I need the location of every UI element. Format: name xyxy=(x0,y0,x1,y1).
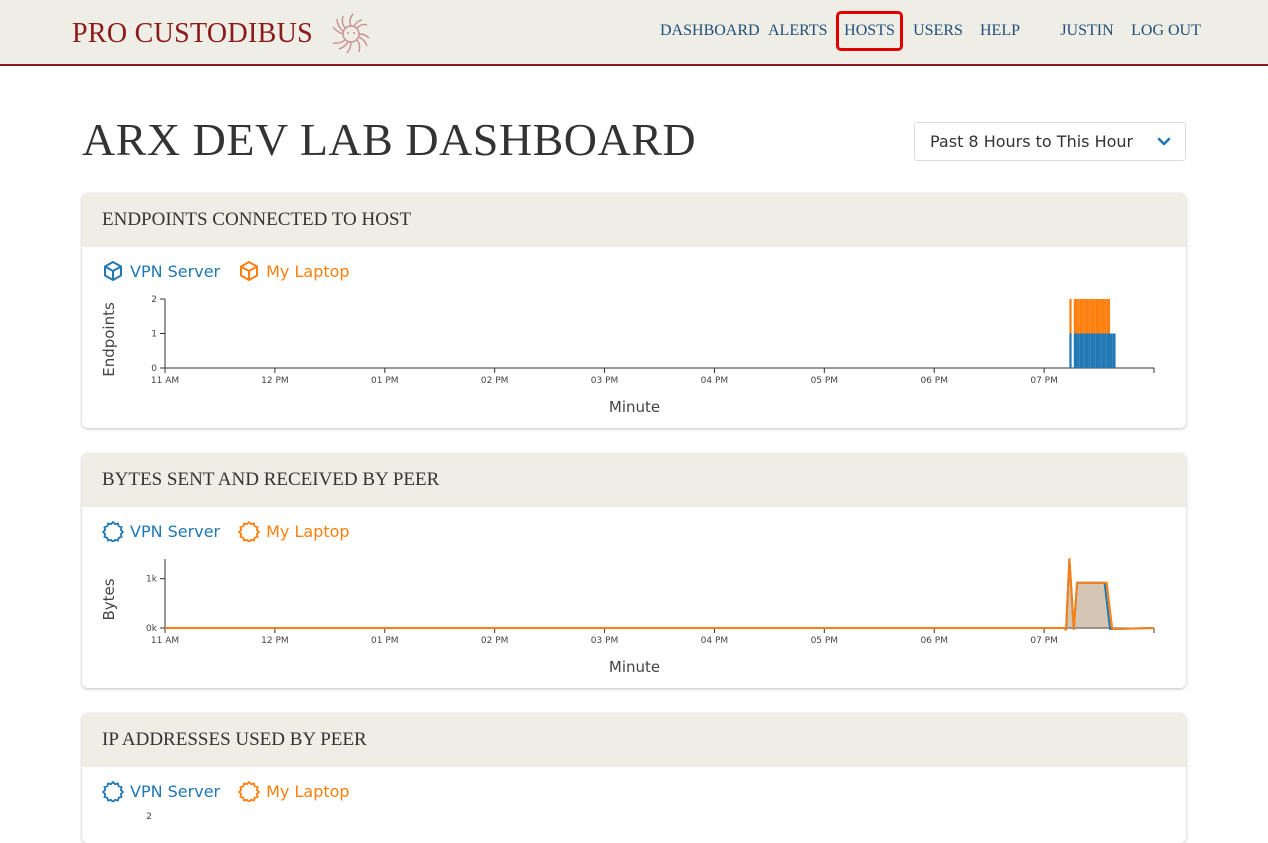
bar-my-laptop xyxy=(1099,299,1102,334)
bar-vpn-server xyxy=(1074,333,1078,368)
bar-my-laptop xyxy=(1104,299,1107,334)
nav-dashboard[interactable]: DASHBOARD xyxy=(660,14,760,48)
bar-vpn-server xyxy=(1069,333,1072,368)
x-tick-label: 04 PM xyxy=(701,376,729,386)
bar-vpn-server xyxy=(1088,333,1091,368)
x-axis-title: Minute xyxy=(609,658,660,676)
x-tick-label: 03 PM xyxy=(591,636,619,646)
bar-vpn-server xyxy=(1077,333,1080,368)
x-tick-label: 05 PM xyxy=(811,376,839,386)
x-tick-label: 11 AM xyxy=(151,636,179,646)
bytes-card: BYTES SENT AND RECEIVED BY PEER VPN Serv… xyxy=(82,453,1186,688)
bar-my-laptop xyxy=(1080,299,1083,334)
y-tick-label: 1 xyxy=(151,330,157,340)
bar-vpn-server xyxy=(1085,333,1089,368)
time-range-select[interactable]: Past 8 Hours to This Hour xyxy=(914,122,1186,161)
bar-my-laptop xyxy=(1069,299,1072,334)
nav-log-out[interactable]: LOG OUT xyxy=(1130,14,1202,48)
bar-vpn-server xyxy=(1093,333,1096,368)
bar-my-laptop xyxy=(1088,299,1091,334)
page-title: ARX DEV LAB DASHBOARD xyxy=(82,114,697,165)
y-tick-label: 2 xyxy=(151,295,157,305)
ip-addresses-card: IP ADDRESSES USED BY PEER VPN Server My … xyxy=(82,713,1186,843)
y-tick-label: 0 xyxy=(151,364,157,374)
x-axis-title: Minute xyxy=(609,398,660,416)
bar-vpn-server xyxy=(1104,333,1107,368)
bar-vpn-server xyxy=(1110,333,1113,368)
bar-my-laptop xyxy=(1077,299,1080,334)
area-vpn-server xyxy=(165,559,1154,630)
bar-my-laptop xyxy=(1091,299,1094,334)
y-tick-label: 0k xyxy=(146,624,158,634)
y-tick-label: 2 xyxy=(146,812,152,822)
bytes-chart: 11 AM 12 PM 01 PM 02 PM 03 PM 04 PM 05 PM 06 PM… xyxy=(100,558,1155,676)
time-range-value: Past 8 Hours to This Hour xyxy=(930,132,1134,151)
bar-vpn-server xyxy=(1096,333,1100,368)
bar-vpn-server xyxy=(1107,333,1111,368)
bar-vpn-server xyxy=(1113,333,1116,368)
x-tick-label: 07 PM xyxy=(1030,376,1058,386)
x-tick-label: 01 PM xyxy=(371,376,399,386)
main-nav: DASHBOARD ALERTS HOSTS USERS HELP JUSTIN… xyxy=(0,11,1268,51)
bar-vpn-server xyxy=(1102,333,1105,368)
x-tick-label: 07 PM xyxy=(1030,636,1058,646)
bar-my-laptop xyxy=(1102,299,1105,334)
nav-hosts[interactable]: HOSTS xyxy=(836,11,903,51)
line-my-laptop xyxy=(165,558,1155,631)
endpoints-card: ENDPOINTS CONNECTED TO HOST VPN Server M… xyxy=(82,193,1186,428)
nav-alerts[interactable]: ALERTS xyxy=(768,14,827,48)
bar-my-laptop xyxy=(1082,299,1085,334)
endpoints-chart: 11 AM 12 PM 01 PM 02 PM 03 PM 04 PM 05 PM 06 PM… xyxy=(100,295,1155,416)
line-vpn-server xyxy=(165,558,1155,631)
x-tick-label: 04 PM xyxy=(701,636,729,646)
axes: 11 AM 12 PM 01 PM 02 PM 03 PM 04 PM 05 PM 06 PM… xyxy=(146,559,1155,646)
bar-vpn-server xyxy=(1080,333,1083,368)
bar-vpn-server xyxy=(1091,333,1094,368)
ip-addresses-chart: 2 xyxy=(146,812,152,822)
bar-my-laptop xyxy=(1107,299,1111,334)
x-tick-label: 06 PM xyxy=(920,636,948,646)
x-tick-label: 12 PM xyxy=(261,376,289,386)
x-tick-label: 02 PM xyxy=(481,376,509,386)
top-navbar: PRO CUSTODIBUS DASHBOARD ALERTS HOSTS US… xyxy=(0,0,1268,66)
y-tick-label: 1k xyxy=(146,575,158,585)
bar-my-laptop xyxy=(1096,299,1100,334)
y-axis-title: Endpoints xyxy=(100,302,118,377)
area-my-laptop xyxy=(165,559,1154,630)
bar-vpn-server xyxy=(1099,333,1102,368)
x-tick-label: 03 PM xyxy=(591,376,619,386)
bar-my-laptop xyxy=(1085,299,1089,334)
x-tick-label: 05 PM xyxy=(811,636,839,646)
nav-user-justin[interactable]: JUSTIN xyxy=(1060,14,1114,48)
nav-help[interactable]: HELP xyxy=(980,14,1020,48)
chevron-down-icon xyxy=(1157,123,1171,175)
x-tick-label: 01 PM xyxy=(371,636,399,646)
bar-my-laptop xyxy=(1093,299,1096,334)
x-tick-label: 12 PM xyxy=(261,636,289,646)
bar-vpn-server xyxy=(1082,333,1085,368)
bar-my-laptop xyxy=(1074,299,1078,334)
nav-users[interactable]: USERS xyxy=(912,14,964,48)
bars xyxy=(1069,299,1116,368)
axes: 11 AM 12 PM 01 PM 02 PM 03 PM 04 PM 05 PM 06 PM… xyxy=(151,295,1155,386)
x-tick-label: 06 PM xyxy=(920,376,948,386)
x-tick-label: 11 AM xyxy=(151,376,179,386)
y-axis-title: Bytes xyxy=(100,578,118,620)
x-tick-label: 02 PM xyxy=(481,636,509,646)
